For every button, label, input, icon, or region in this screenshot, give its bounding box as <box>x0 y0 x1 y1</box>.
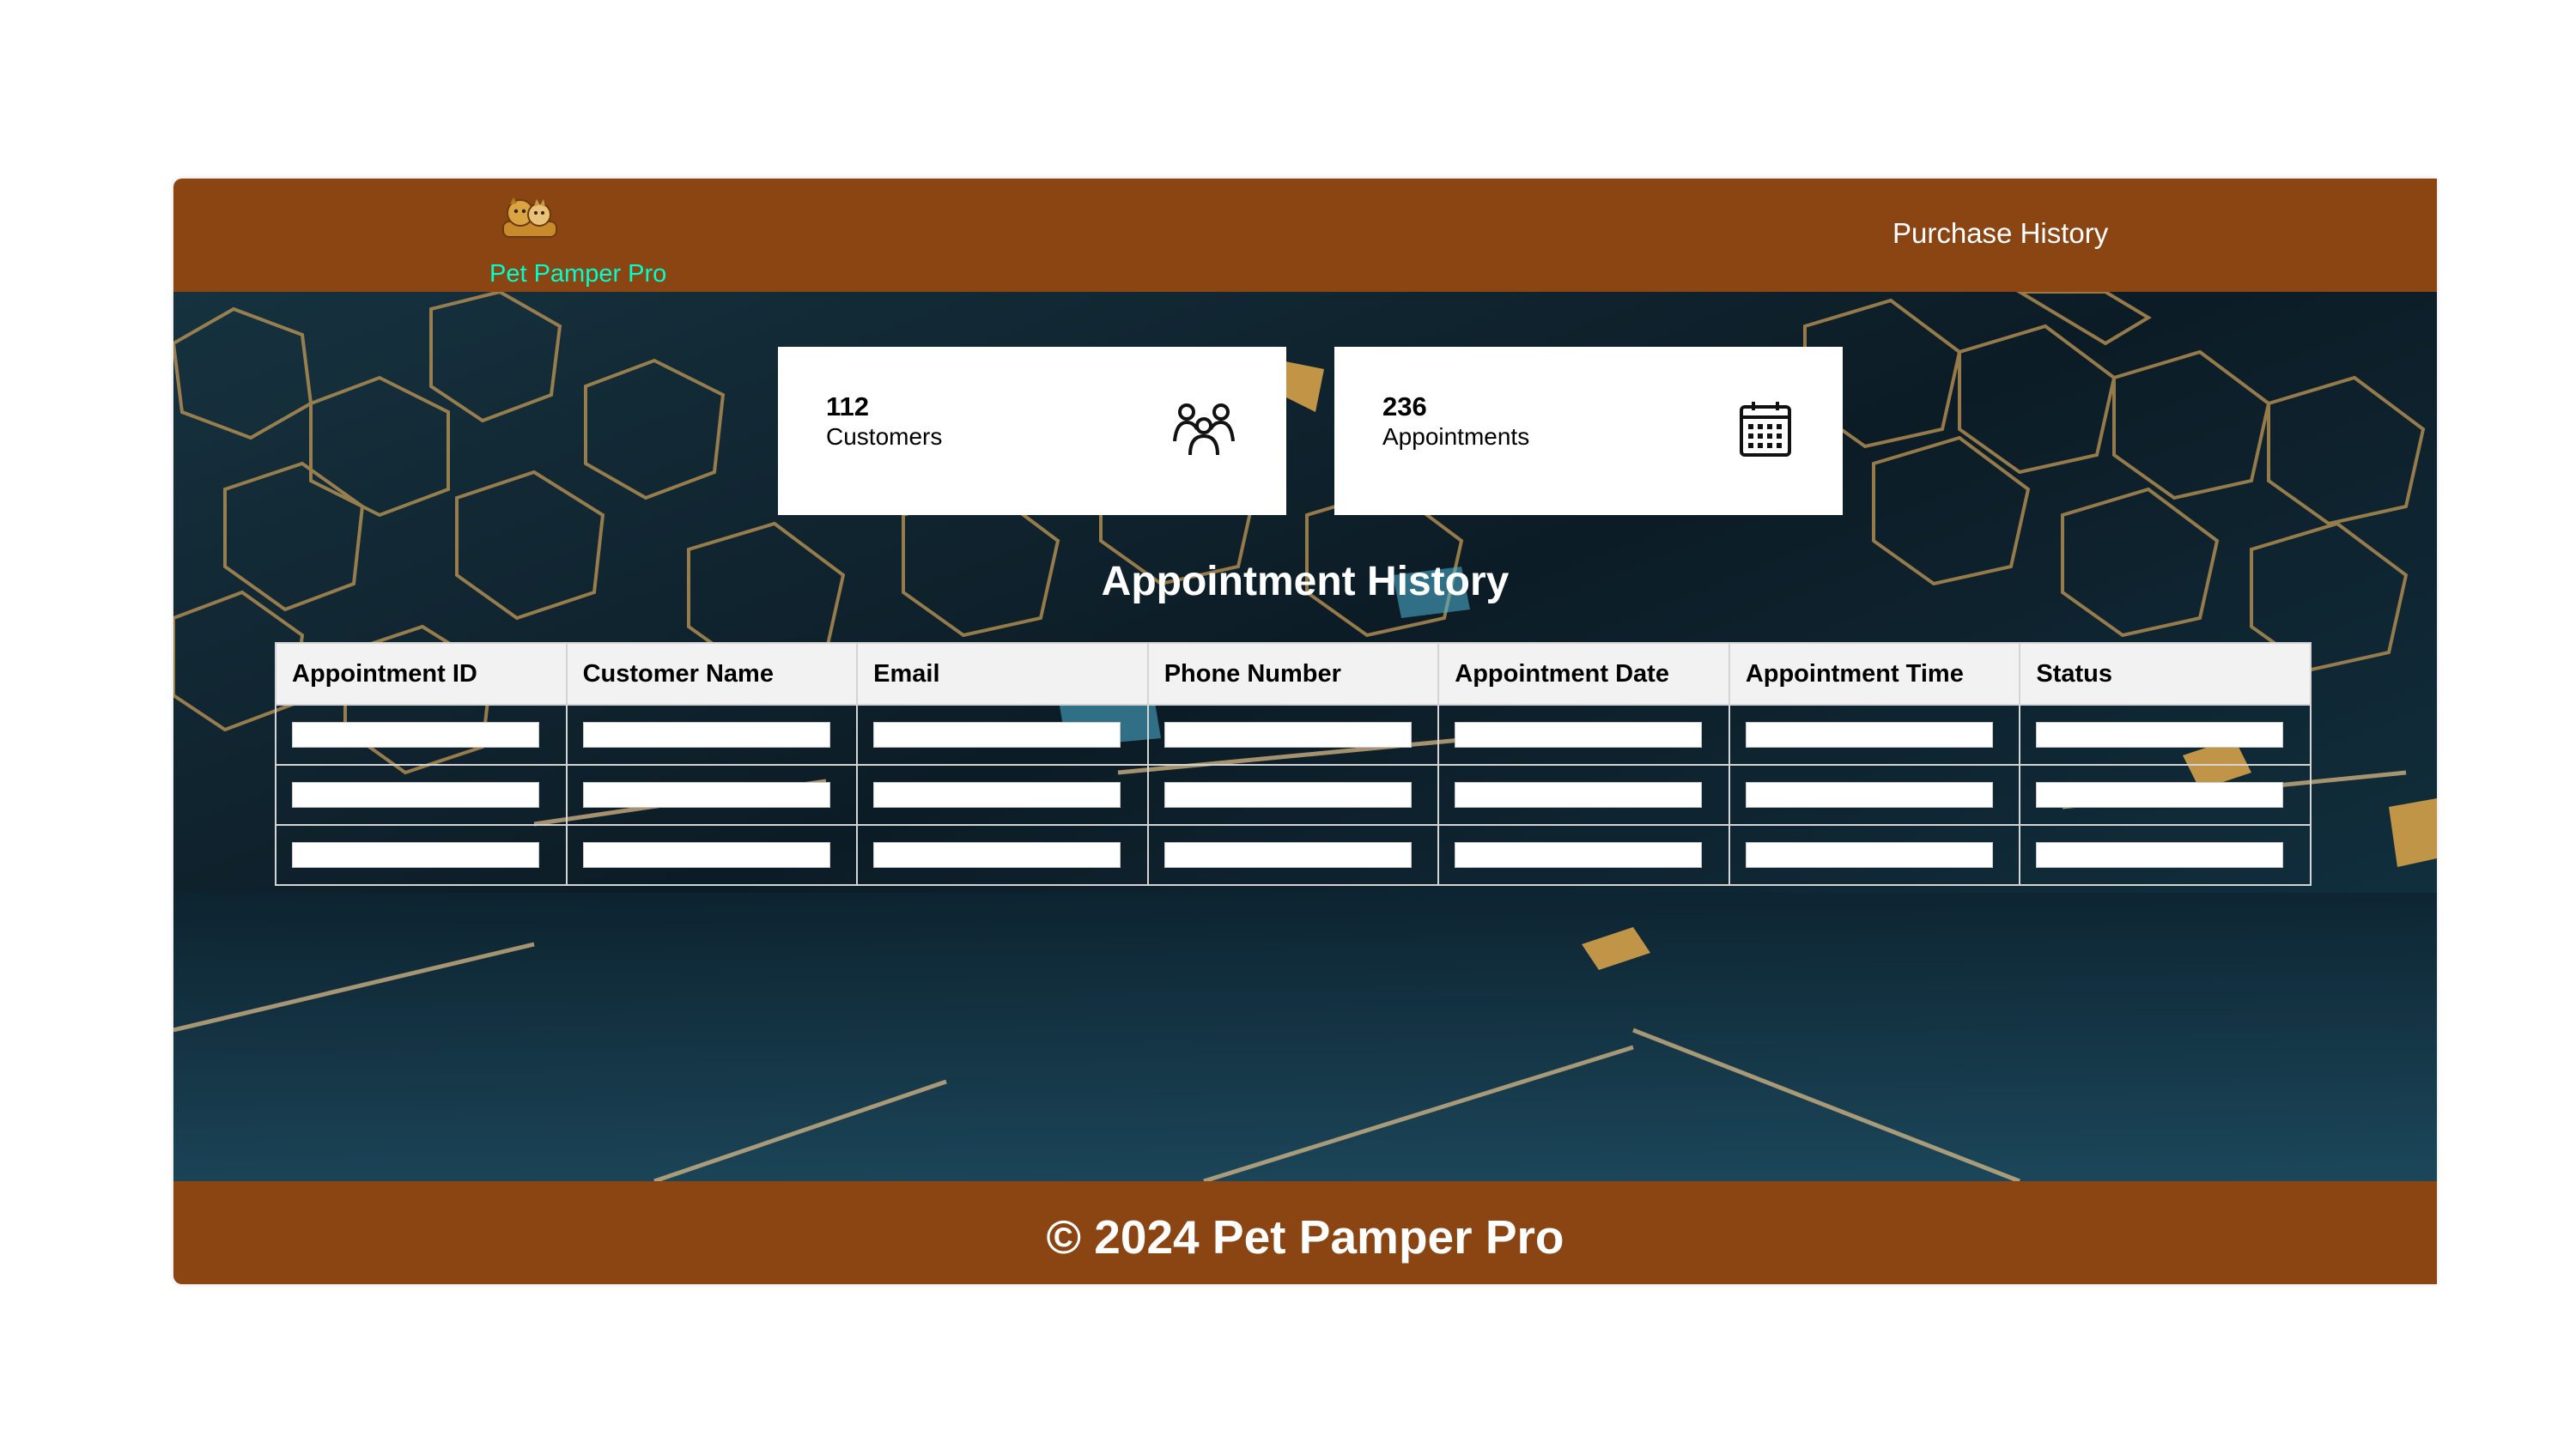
footer-copyright: © 2024 Pet Pamper Pro <box>1046 1210 1564 1264</box>
column-header: Appointment Time <box>1728 642 2021 706</box>
column-header: Appointment Date <box>1437 642 1730 706</box>
table-cell <box>565 764 859 826</box>
hero-section: 112 Customers 236 Appointments Appointme… <box>173 292 2437 1181</box>
table-cell <box>275 824 568 886</box>
cell-value-field[interactable] <box>1455 782 1703 808</box>
appointment-history-title: Appointment History <box>1101 559 1510 604</box>
cell-value-field[interactable] <box>2036 842 2284 868</box>
stat-customers-value: 112 <box>826 391 870 421</box>
cell-value-field[interactable] <box>1163 782 1412 808</box>
cell-value-field[interactable] <box>292 782 539 808</box>
table-header-row: Appointment ID Customer Name Email Phone… <box>275 642 2312 706</box>
column-header: Phone Number <box>1146 642 1440 706</box>
cell-value-field[interactable] <box>873 842 1121 868</box>
table-cell <box>1728 764 2021 826</box>
column-header: Email <box>856 642 1149 706</box>
app-window: Pet Pamper Pro Purchase History 112 Cust… <box>173 179 2437 1284</box>
cell-value-field[interactable] <box>873 782 1121 808</box>
column-header: Appointment ID <box>275 642 568 706</box>
users-group-icon <box>1173 403 1235 456</box>
table-cell <box>2019 824 2312 886</box>
table-cell <box>565 704 859 766</box>
cell-value-field[interactable] <box>1745 722 1993 748</box>
table-cell <box>565 824 859 886</box>
table-cell <box>2019 764 2312 826</box>
cell-value-field[interactable] <box>292 722 539 748</box>
calendar-icon <box>1740 402 1791 457</box>
column-header: Status <box>2019 642 2312 706</box>
footer: © 2024 Pet Pamper Pro <box>173 1181 2437 1284</box>
table-cell <box>2019 704 2312 766</box>
table-cell <box>1728 704 2021 766</box>
table-cell <box>275 704 568 766</box>
cell-value-field[interactable] <box>1163 722 1412 748</box>
column-header: Customer Name <box>565 642 859 706</box>
cell-value-field[interactable] <box>582 722 830 748</box>
table-cell <box>856 824 1149 886</box>
cell-value-field[interactable] <box>1163 842 1412 868</box>
table-row <box>275 764 2312 826</box>
table-cell <box>856 764 1149 826</box>
table-cell <box>1437 704 1730 766</box>
table-row <box>275 704 2312 766</box>
stat-appointments-label: Appointments <box>1382 423 1530 450</box>
table-cell <box>856 704 1149 766</box>
stat-customers-label: Customers <box>826 423 943 450</box>
cell-value-field[interactable] <box>582 842 830 868</box>
table-cell <box>1146 704 1440 766</box>
stat-card-appointments: 236 Appointments <box>1334 347 1843 515</box>
pet-logo-icon[interactable] <box>500 192 560 242</box>
appointment-history-table: Appointment ID Customer Name Email Phone… <box>275 642 2312 886</box>
table-cell <box>1437 764 1730 826</box>
cell-value-field[interactable] <box>2036 722 2284 748</box>
top-navbar: Pet Pamper Pro Purchase History <box>173 179 2437 292</box>
cell-value-field[interactable] <box>292 842 539 868</box>
nav-link-purchase-history[interactable]: Purchase History <box>1893 216 2108 251</box>
cell-value-field[interactable] <box>1455 722 1703 748</box>
stat-card-customers: 112 Customers <box>778 347 1286 515</box>
cell-value-field[interactable] <box>1745 782 1993 808</box>
table-cell <box>1146 824 1440 886</box>
table-cell <box>275 764 568 826</box>
cell-value-field[interactable] <box>873 722 1121 748</box>
table-row <box>275 824 2312 886</box>
cell-value-field[interactable] <box>1455 842 1703 868</box>
cell-value-field[interactable] <box>1745 842 1993 868</box>
table-cell <box>1728 824 2021 886</box>
stat-appointments-value: 236 <box>1382 391 1427 421</box>
cell-value-field[interactable] <box>582 782 830 808</box>
cell-value-field[interactable] <box>2036 782 2284 808</box>
table-cell <box>1437 824 1730 886</box>
table-cell <box>1146 764 1440 826</box>
brand-name[interactable]: Pet Pamper Pro <box>489 259 666 288</box>
